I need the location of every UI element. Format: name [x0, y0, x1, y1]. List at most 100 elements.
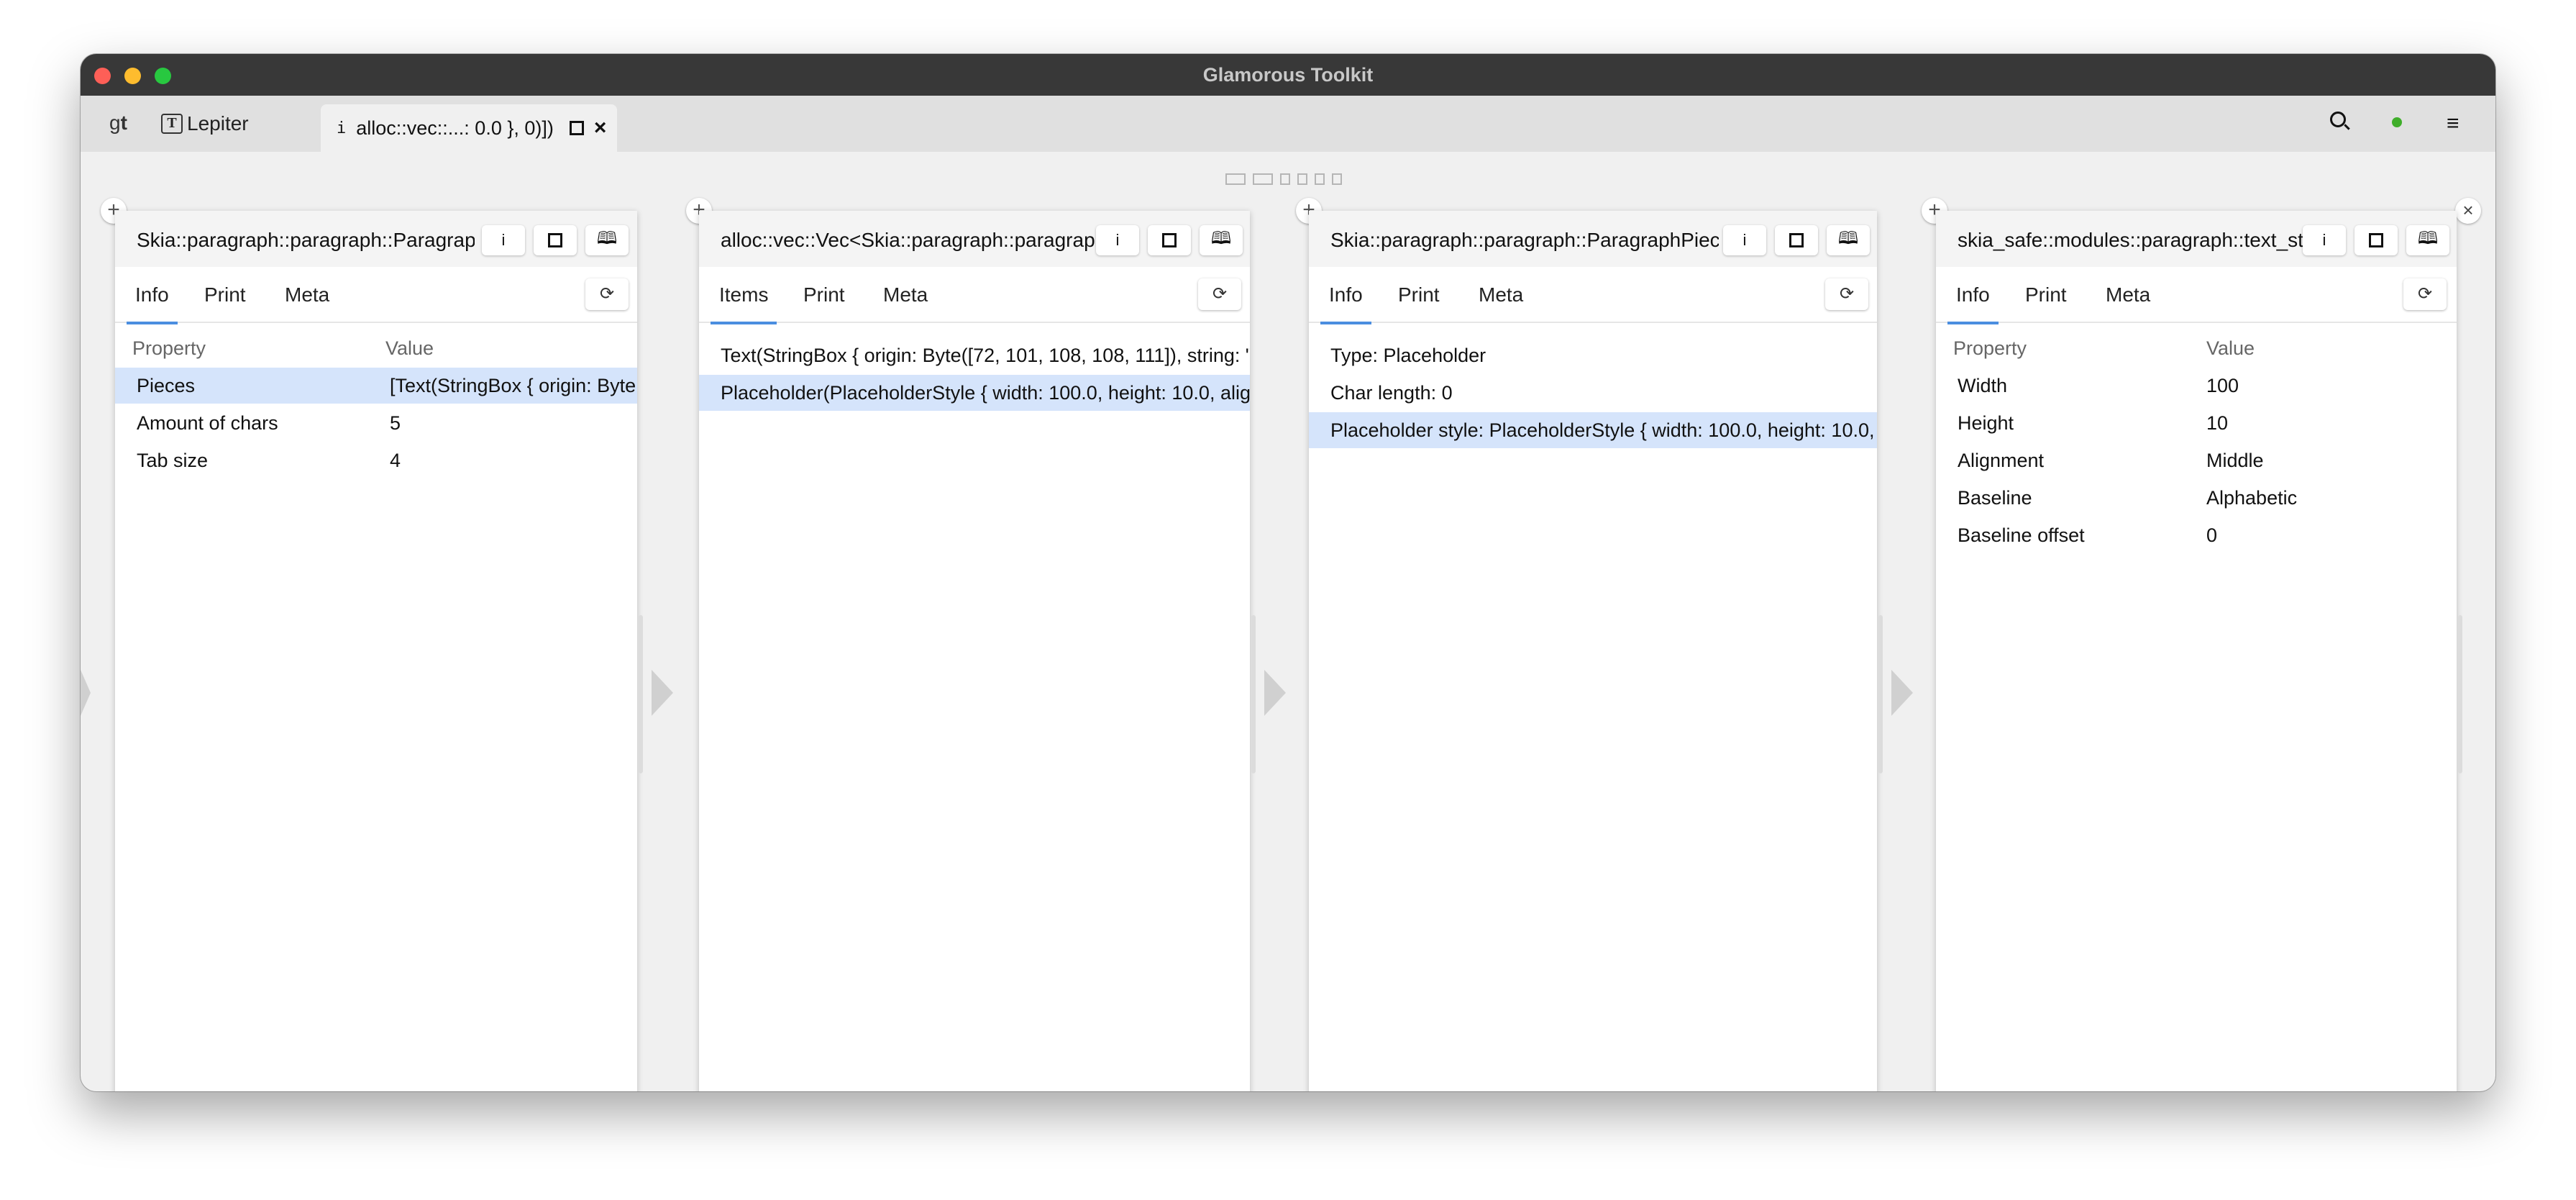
tab-lepiter[interactable]: T Lepiter	[161, 109, 249, 139]
inspect-button[interactable]: i	[2303, 225, 2346, 255]
pager-page-5[interactable]	[1315, 173, 1325, 185]
table-row[interactable]: Amount of chars 5	[115, 405, 637, 441]
view-tabs: Items Print Meta ⟳	[699, 267, 1250, 324]
tab-meta[interactable]: Meta	[285, 267, 329, 323]
square-icon	[1162, 233, 1177, 247]
square-icon	[1789, 233, 1804, 247]
docs-button[interactable]: 🕮	[2406, 225, 2449, 255]
pager-page-3[interactable]	[1280, 173, 1290, 185]
list-item[interactable]: Placeholder(PlaceholderStyle { width: 10…	[699, 375, 1250, 411]
maximize-button[interactable]	[2355, 225, 2398, 255]
tab-print[interactable]: Print	[204, 267, 246, 323]
tab-print[interactable]: Print	[1398, 267, 1440, 323]
info-icon: i	[1115, 231, 1120, 249]
tab-info[interactable]: Info	[127, 267, 178, 324]
tab-meta[interactable]: Meta	[1479, 267, 1523, 323]
table-row[interactable]: Alignment Middle	[1936, 442, 2457, 478]
close-tab-button[interactable]: ×	[594, 116, 607, 140]
next-pane-arrow-icon	[1264, 670, 1286, 716]
vertical-scrollbar[interactable]	[1251, 615, 1256, 773]
pane-header: Skia::paragraph::paragraph::ParagraphT i…	[115, 211, 637, 267]
list-item[interactable]: Char length: 0	[1309, 375, 1877, 411]
property-table: Property Value Pieces [Text(StringBox { …	[115, 323, 637, 1091]
search-icon	[2330, 112, 2346, 127]
next-pane-arrow-icon	[652, 670, 673, 716]
pager	[1225, 173, 1342, 185]
maximize-tab-icon[interactable]	[569, 121, 584, 135]
table-row[interactable]: Width 100	[1936, 368, 2457, 404]
vertical-scrollbar[interactable]	[639, 615, 643, 773]
refresh-button[interactable]: ⟳	[2403, 278, 2447, 310]
list-item[interactable]: Placeholder style: PlaceholderStyle { wi…	[1309, 412, 1877, 448]
tab-inspector-label: alloc::vec::...: 0.0 }, 0)])	[356, 117, 554, 139]
pane-paragraph: Skia::paragraph::paragraph::ParagraphT i…	[115, 211, 637, 1091]
close-pane-button[interactable]: ×	[2455, 198, 2481, 224]
tab-inspector[interactable]: i alloc::vec::...: 0.0 }, 0)]) ×	[321, 104, 617, 152]
book-icon: 🕮	[596, 227, 618, 248]
book-icon: 🕮	[1210, 227, 1232, 248]
inspect-button[interactable]: i	[482, 225, 525, 255]
book-icon: 🕮	[2417, 227, 2439, 248]
pager-page-4[interactable]	[1297, 173, 1307, 185]
lepiter-icon: T	[161, 114, 183, 134]
docs-button[interactable]: 🕮	[1827, 225, 1870, 255]
pager-page-1[interactable]	[1225, 173, 1246, 185]
refresh-button[interactable]: ⟳	[585, 278, 629, 310]
table-header: Property Value	[1953, 337, 2255, 359]
maximize-button[interactable]	[1148, 225, 1191, 255]
list-item[interactable]: Text(StringBox { origin: Byte([72, 101, …	[699, 337, 1250, 373]
maximize-button[interactable]	[1775, 225, 1818, 255]
table-row[interactable]: Baseline offset 0	[1936, 517, 2457, 553]
pager-page-6[interactable]	[1332, 173, 1342, 185]
table-row[interactable]: Baseline Alphabetic	[1936, 480, 2457, 516]
search-button[interactable]	[2330, 112, 2346, 127]
window-title: Glamorous Toolkit	[1202, 64, 1374, 86]
items-list: Text(StringBox { origin: Byte([72, 101, …	[699, 323, 1250, 1091]
property-table: Property Value Width 100 Height 10 Align…	[1936, 323, 2457, 1091]
view-tabs: Info Print Meta ⟳	[1936, 267, 2457, 324]
pane-header: alloc::vec::Vec<Skia::paragraph::paragra…	[699, 211, 1250, 267]
table-row[interactable]: Pieces [Text(StringBox { origin: Byte	[115, 368, 637, 404]
inspect-button[interactable]: i	[1096, 225, 1139, 255]
refresh-button[interactable]: ⟳	[1198, 278, 1241, 310]
pane-header: Skia::paragraph::paragraph::ParagraphPie…	[1309, 211, 1877, 267]
tab-bar: gt T Lepiter i alloc::vec::...: 0.0 }, 0…	[81, 96, 2495, 152]
pane-title: alloc::vec::Vec<Skia::paragraph::paragra…	[721, 229, 1095, 251]
pane-paragraph-piece: Skia::paragraph::paragraph::ParagraphPie…	[1309, 211, 1877, 1091]
pane-title: Skia::paragraph::paragraph::ParagraphPie…	[1330, 229, 1719, 251]
tab-info[interactable]: Info	[1320, 267, 1371, 324]
tab-meta[interactable]: Meta	[2106, 267, 2150, 323]
tab-items[interactable]: Items	[710, 267, 778, 324]
pager-page-2[interactable]	[1253, 173, 1273, 185]
next-pane-arrow-icon	[1891, 670, 1913, 716]
gt-logo[interactable]: gt	[109, 112, 127, 135]
pane-title: Skia::paragraph::paragraph::ParagraphT	[137, 229, 475, 251]
info-icon: i	[337, 119, 347, 137]
title-bar[interactable]: Glamorous Toolkit	[81, 54, 2495, 96]
items-list: Type: Placeholder Char length: 0 Placeho…	[1309, 323, 1877, 1091]
menu-icon[interactable]: ≡	[2447, 112, 2459, 136]
tab-meta[interactable]: Meta	[883, 267, 928, 323]
maximize-button[interactable]	[534, 225, 577, 255]
table-row[interactable]: Height 10	[1936, 405, 2457, 441]
inspect-button[interactable]: i	[1723, 225, 1766, 255]
tab-print[interactable]: Print	[803, 267, 845, 323]
scroll-left-arrow-icon[interactable]	[81, 670, 91, 716]
tab-print[interactable]: Print	[2025, 267, 2067, 323]
pane-text-style: skia_safe::modules::paragraph::text_sty …	[1936, 211, 2457, 1091]
docs-button[interactable]: 🕮	[585, 225, 629, 255]
docs-button[interactable]: 🕮	[1200, 225, 1243, 255]
info-icon: i	[1743, 231, 1747, 249]
pane-vec: alloc::vec::Vec<Skia::paragraph::paragra…	[699, 211, 1250, 1091]
square-icon	[2369, 233, 2383, 247]
table-row[interactable]: Tab size 4	[115, 442, 637, 478]
refresh-button[interactable]: ⟳	[1825, 278, 1868, 310]
list-item[interactable]: Type: Placeholder	[1309, 337, 1877, 373]
vertical-scrollbar[interactable]	[2458, 615, 2462, 773]
tab-info[interactable]: Info	[1947, 267, 1999, 324]
pane-title: skia_safe::modules::paragraph::text_sty	[1958, 229, 2303, 251]
vertical-scrollbar[interactable]	[1878, 615, 1883, 773]
info-icon: i	[2322, 231, 2326, 249]
app-window: Glamorous Toolkit gt T Lepiter i alloc::…	[81, 54, 2495, 1091]
square-icon	[548, 233, 562, 247]
